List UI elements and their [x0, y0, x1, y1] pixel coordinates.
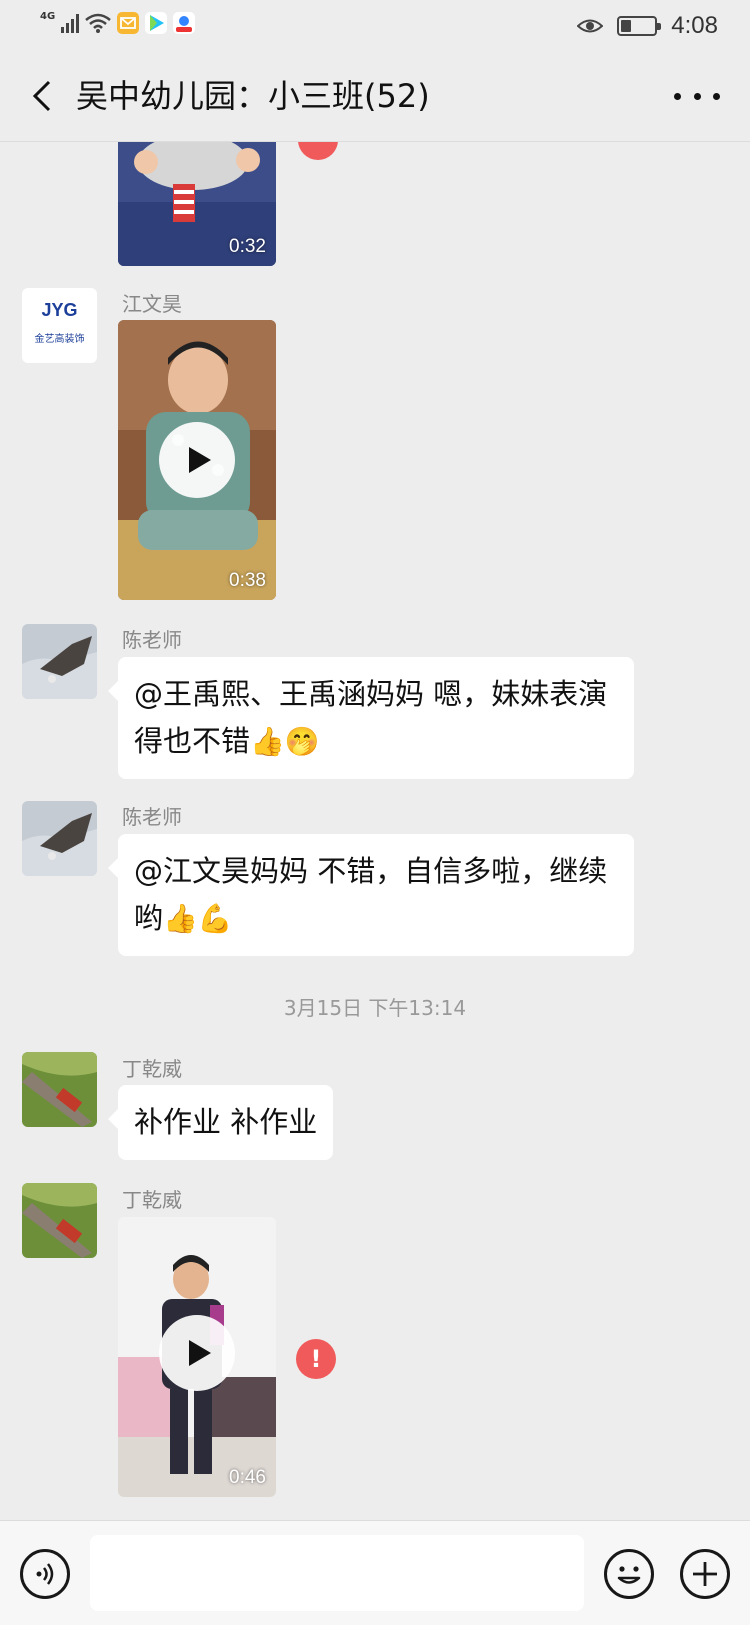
avatar-image: [22, 801, 97, 876]
sender-name: 丁乾威: [122, 1188, 182, 1212]
play-button[interactable]: [159, 422, 235, 498]
video-message[interactable]: 0:46: [118, 1217, 276, 1497]
avatar-chenlaoshi[interactable]: [22, 801, 97, 876]
avatar-logo-subtext: 金艺高装饰: [34, 334, 85, 345]
chevron-left-icon: [32, 80, 51, 112]
emoji-icon: [617, 1566, 641, 1584]
avatar-chenlaoshi[interactable]: [22, 624, 97, 699]
timestamp: 3月15日 下午13:14: [283, 996, 467, 1020]
mail-app-icon: [117, 12, 140, 34]
message-input[interactable]: [90, 1535, 584, 1611]
video-message[interactable]: 0:38: [118, 320, 276, 600]
video-app-icon: [145, 12, 168, 34]
avatar-logo-text: JYG: [41, 300, 78, 320]
wifi-icon: [85, 13, 111, 33]
play-button[interactable]: [159, 1315, 235, 1391]
status-left-icons: 4G: [40, 11, 196, 34]
eye-icon: [577, 19, 604, 33]
network-type: 4G: [40, 11, 56, 22]
emoji-muscle-icon: 👍💪: [163, 902, 233, 935]
text-message[interactable]: @王禹熙、王禹涵妈妈 嗯，妹妹表演得也不错👍🤭: [108, 657, 634, 779]
status-right-icons: 4:08: [577, 12, 718, 40]
input-bar: [0, 1520, 750, 1625]
send-failed-icon[interactable]: !: [296, 1339, 336, 1379]
video-duration: 0:32: [229, 236, 266, 257]
emoji-button[interactable]: [604, 1549, 654, 1599]
back-button[interactable]: [22, 72, 62, 120]
avatar-dingqianwei[interactable]: [22, 1183, 97, 1258]
sender-name: 陈老师: [122, 805, 182, 829]
text-message[interactable]: 补作业 补作业: [107, 1085, 334, 1160]
voice-button[interactable]: [20, 1549, 70, 1599]
status-bar: 4G 4:08: [0, 0, 750, 50]
sender-name: 丁乾威: [122, 1057, 182, 1081]
signal-icon: [61, 13, 80, 33]
status-time: 4:08: [671, 12, 718, 39]
plus-button[interactable]: [680, 1549, 730, 1599]
send-failed-icon[interactable]: [298, 142, 338, 160]
sender-name: 江文昊: [122, 292, 182, 316]
message-list[interactable]: 0:32 JYG 金艺高装饰 江文昊 0:38 陈老师 @王禹熙、王禹涵妈妈 嗯…: [0, 142, 750, 1520]
avatar-image: [22, 1183, 97, 1258]
avatar-dingqianwei[interactable]: [22, 1052, 97, 1127]
emoji-thumbs-up-icon: 👍🤭: [250, 725, 320, 758]
message-text: @王禹熙、王禹涵妈妈 嗯，妹妹表演得也不错: [134, 677, 608, 758]
chat-header: 吴中幼儿园：小三班(52): [0, 50, 750, 142]
video-message[interactable]: 0:32: [118, 142, 276, 266]
video-duration: 0:38: [229, 570, 266, 591]
plus-icon: [693, 1562, 717, 1586]
more-options-button[interactable]: [674, 84, 720, 108]
avatar-image: [22, 1052, 97, 1127]
more-dots-icon: [674, 92, 681, 100]
message-text: 补作业 补作业: [134, 1105, 318, 1139]
battery-level: [621, 20, 632, 32]
avatar-jiangwenhao[interactable]: JYG 金艺高装饰: [22, 288, 97, 363]
battery-icon: [617, 16, 662, 36]
avatar-image: [22, 624, 97, 699]
chat-title: 吴中幼儿园：小三班(52): [76, 77, 430, 115]
baidu-app-icon: [173, 12, 196, 34]
sender-name: 陈老师: [122, 628, 182, 652]
text-message[interactable]: @江文昊妈妈 不错，自信多啦，继续哟👍💪: [108, 834, 634, 956]
video-duration: 0:46: [229, 1467, 266, 1488]
voice-icon: [36, 1563, 54, 1585]
